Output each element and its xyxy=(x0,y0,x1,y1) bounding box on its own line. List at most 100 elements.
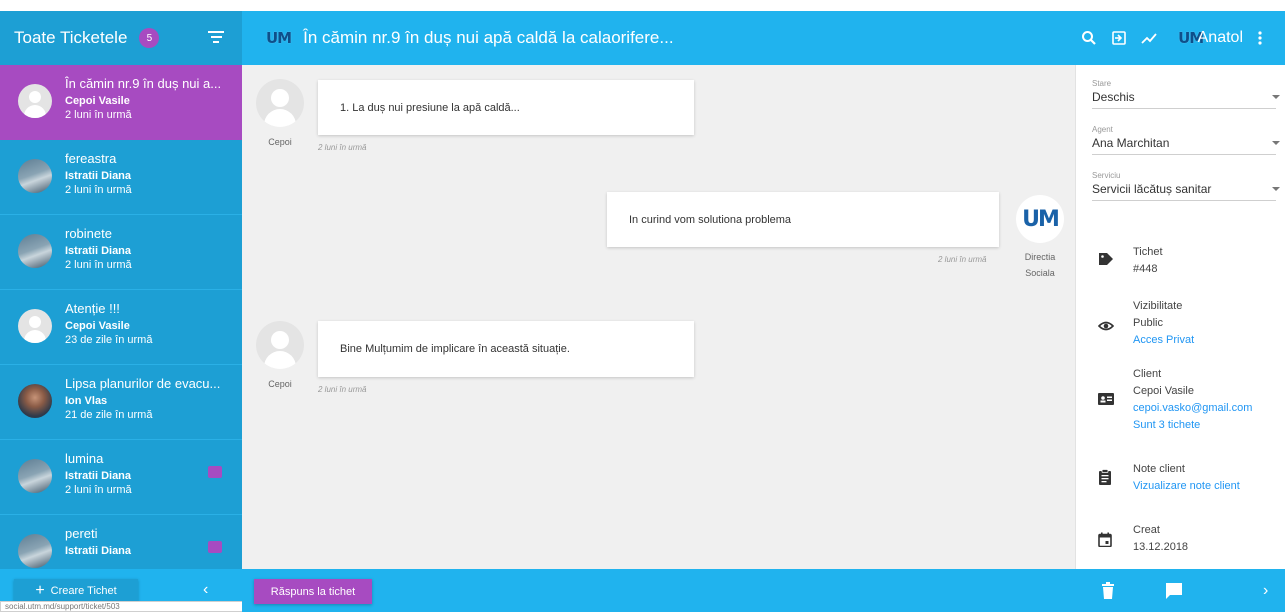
message-time: 2 luni în urmă xyxy=(318,143,367,152)
avatar xyxy=(18,159,52,193)
ticket-item-time: 2 luni în urmă xyxy=(65,184,132,196)
dropdown-arrow-icon xyxy=(1272,187,1280,191)
client-info-text: Client Cepoi Vasile cepoi.vasko@gmail.co… xyxy=(1133,366,1252,434)
chevron-left-icon[interactable]: ‹ xyxy=(203,581,208,599)
reply-ticket-button[interactable]: Răspuns la tichet xyxy=(254,579,372,604)
ticket-list: În cămin nr.9 în duș nui a... Cepoi Vasi… xyxy=(0,65,242,569)
ticket-item-user: Istratii Diana xyxy=(65,170,132,182)
unread-message-icon xyxy=(208,466,222,478)
author-line-2: Sociala xyxy=(1025,268,1055,278)
ticket-list-item[interactable]: În cămin nr.9 în duș nui a... Cepoi Vasi… xyxy=(0,65,242,140)
ticket-item-time: 21 de zile în urmă xyxy=(65,409,153,421)
dropdown-arrow-icon xyxy=(1272,141,1280,145)
unread-message-icon xyxy=(208,541,222,553)
message-text: 1. La duș nui presiune la apă caldă... xyxy=(340,101,520,114)
ticket-item-user: Cepoi Vasile xyxy=(65,320,130,332)
message-text: In curind vom solutiona problema xyxy=(629,213,792,226)
calendar-icon xyxy=(1098,532,1114,548)
avatar xyxy=(18,384,52,418)
ticket-list-item[interactable]: Atenție !!! Cepoi Vasile 23 de zile în u… xyxy=(0,290,242,365)
ticket-item-title: În cămin nr.9 în duș nui a... xyxy=(65,76,222,91)
ticket-item-title: fereastra xyxy=(65,151,117,166)
private-access-link[interactable]: Acces Privat xyxy=(1133,332,1194,349)
message-avatar xyxy=(256,321,304,369)
agent-select[interactable]: Agent Ana Marchitan xyxy=(1092,125,1280,155)
user-name[interactable]: Anatol xyxy=(1198,29,1243,47)
eye-icon xyxy=(1097,318,1115,334)
visibility-label: Vizibilitate xyxy=(1133,300,1183,312)
ticket-item-time: 23 de zile în urmă xyxy=(65,334,153,346)
created-label: Creat xyxy=(1133,524,1160,536)
create-ticket-button[interactable]: + Creare Tichet xyxy=(14,579,138,603)
avatar xyxy=(18,84,52,118)
main-header: UM În cămin nr.9 în duș nui apă caldă la… xyxy=(242,11,1285,65)
message-author: Directia Sociala xyxy=(1012,249,1068,281)
delete-icon[interactable] xyxy=(1101,582,1119,600)
message-author: Cepoi xyxy=(268,379,292,389)
message-avatar xyxy=(256,79,304,127)
ticket-info-text: Tichet #448 xyxy=(1133,244,1163,278)
ticket-item-title: pereti xyxy=(65,526,98,541)
avatar xyxy=(18,234,52,268)
filter-icon[interactable] xyxy=(208,31,224,45)
message-bubble: Bine Mulțumim de implicare în această si… xyxy=(318,321,694,377)
message-time: 2 luni în urmă xyxy=(318,385,367,394)
created-date: 13.12.2018 xyxy=(1133,541,1189,553)
status-label: Stare xyxy=(1092,79,1112,88)
ticket-item-time: 2 luni în urmă xyxy=(65,484,132,496)
client-notes-label: Note client xyxy=(1133,463,1185,475)
chat-footer: Răspuns la tichet xyxy=(242,569,1075,612)
ticket-list-item[interactable]: Lipsa planurilor de evacu... Ion Vlas 21… xyxy=(0,365,242,440)
status-select[interactable]: Stare Deschis xyxy=(1092,79,1280,109)
client-email-link[interactable]: cepoi.vasko@gmail.com xyxy=(1133,400,1252,417)
clipboard-icon xyxy=(1098,469,1114,485)
ticket-list-item[interactable]: robinete Istratii Diana 2 luni în urmă xyxy=(0,215,242,290)
sidebar-title: Toate Ticketele xyxy=(14,28,128,47)
client-label: Client xyxy=(1133,368,1162,380)
client-tickets-link[interactable]: Sunt 3 tichete xyxy=(1133,417,1252,434)
visibility-info-text: Vizibilitate Public Acces Privat xyxy=(1133,298,1194,349)
create-ticket-label: Creare Tichet xyxy=(50,585,117,597)
ticket-list-item[interactable]: lumina Istratii Diana 2 luni în urmă xyxy=(0,440,242,515)
created-info-text: Creat 13.12.2018 xyxy=(1133,522,1188,556)
chat-icon[interactable] xyxy=(1165,582,1183,600)
ticket-item-title: lumina xyxy=(65,451,104,466)
details-footer: › xyxy=(1075,569,1285,612)
message-time: 2 luni în urmă xyxy=(938,255,987,264)
ticket-list-item[interactable]: pereti Istratii Diana xyxy=(0,515,242,569)
search-icon[interactable] xyxy=(1076,25,1102,51)
more-vert-icon[interactable] xyxy=(1247,25,1273,51)
avatar xyxy=(18,459,52,493)
ticket-list-item[interactable]: fereastra Istratii Diana 2 luni în urmă xyxy=(0,140,242,215)
plus-icon: + xyxy=(35,582,45,599)
logout-icon[interactable] xyxy=(1106,25,1132,51)
chat-area: Cepoi 1. La duș nui presiune la apă cald… xyxy=(242,65,1075,569)
service-label: Serviciu xyxy=(1092,171,1121,180)
ticket-item-time: 2 luni în urmă xyxy=(65,109,132,121)
ticket-title: În cămin nr.9 în duș nui apă caldă la ca… xyxy=(303,28,674,47)
author-line-1: Directia xyxy=(1024,252,1056,262)
label-tag-icon xyxy=(1098,251,1114,267)
agent-label: Agent xyxy=(1092,125,1113,134)
chevron-right-icon[interactable]: › xyxy=(1263,582,1281,600)
message-text: Bine Mulțumim de implicare în această si… xyxy=(340,343,570,355)
service-select[interactable]: Serviciu Servicii lăcătuș sanitar xyxy=(1092,171,1280,201)
view-client-notes-link[interactable]: Vizualizare note client xyxy=(1133,478,1240,495)
message-bubble: In curind vom solutiona problema xyxy=(607,192,999,247)
ticket-item-title: robinete xyxy=(65,226,112,241)
client-notes-text: Note client Vizualizare note client xyxy=(1133,461,1240,495)
ticket-item-time: 2 luni în urmă xyxy=(65,259,132,271)
user-avatar[interactable]: UM xyxy=(1166,25,1204,51)
trending-icon[interactable] xyxy=(1136,25,1162,51)
top-strip xyxy=(0,0,1285,11)
avatar xyxy=(18,534,52,568)
ticket-item-title: Atenție !!! xyxy=(65,301,120,316)
agent-value: Ana Marchitan xyxy=(1092,136,1170,150)
header-actions: UM Anatol xyxy=(1072,11,1273,65)
ticket-item-user: Cepoi Vasile xyxy=(65,95,130,107)
ticket-item-title: Lipsa planurilor de evacu... xyxy=(65,376,221,391)
ticket-item-user: Istratii Diana xyxy=(65,245,132,257)
avatar xyxy=(18,309,52,343)
contact-card-icon xyxy=(1098,392,1114,408)
message-bubble: 1. La duș nui presiune la apă caldă... xyxy=(318,80,694,135)
